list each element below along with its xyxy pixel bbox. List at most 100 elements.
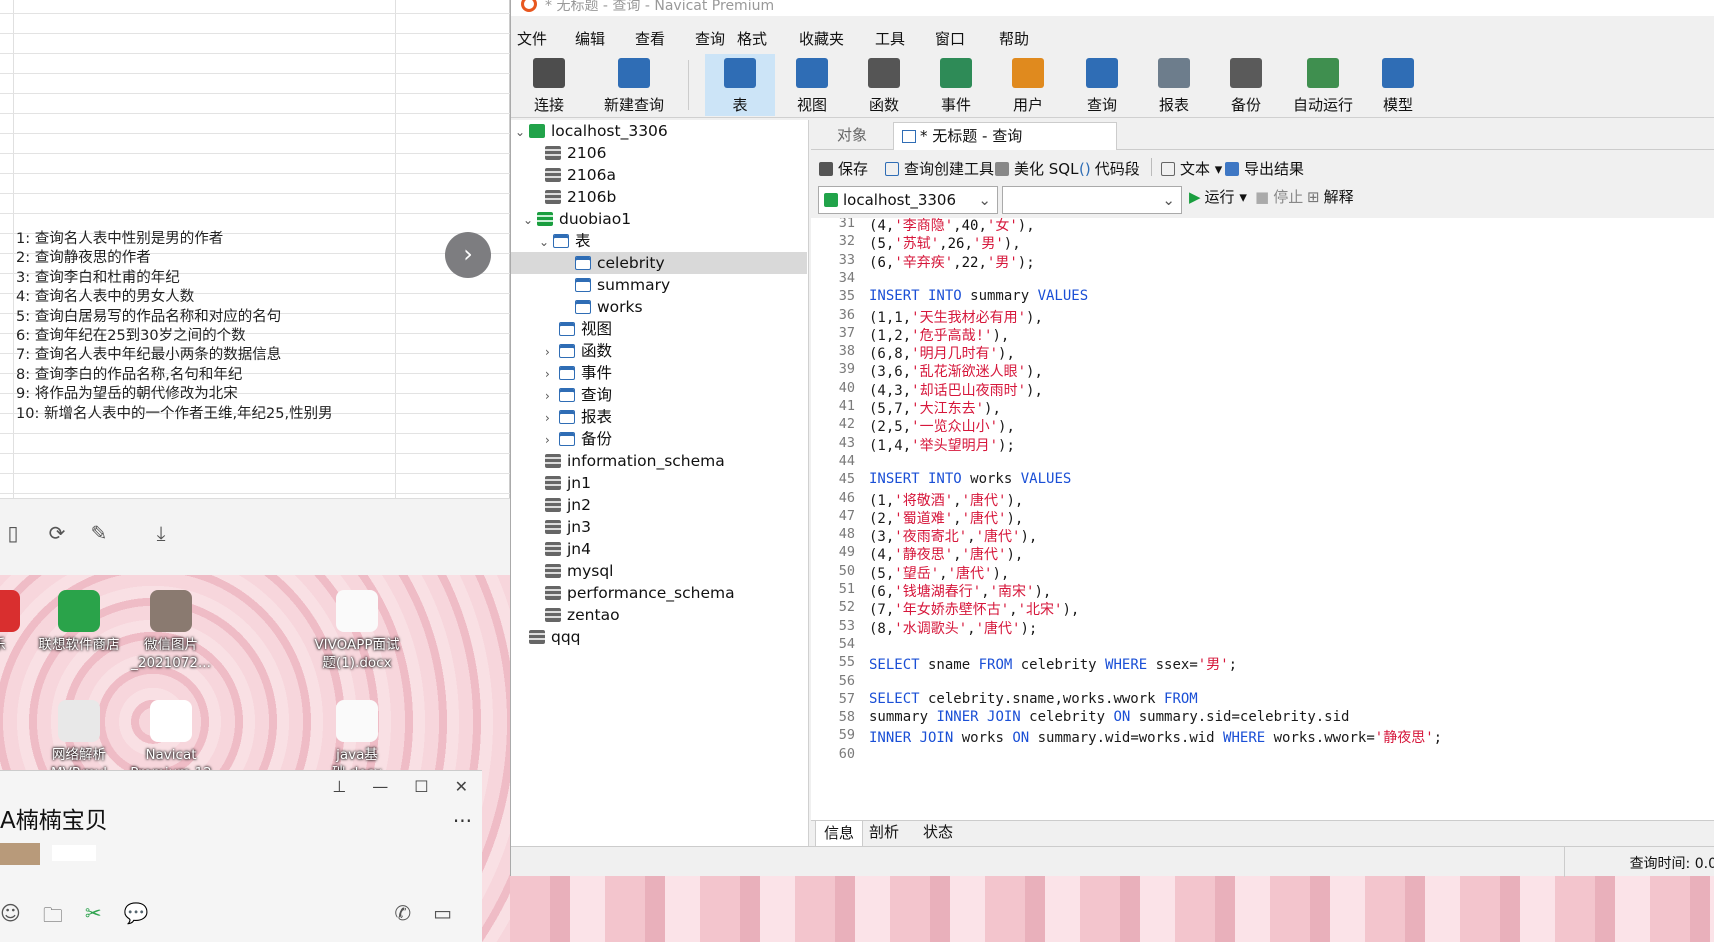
toolbar-view-button[interactable]: 视图 (777, 54, 847, 116)
explain-button[interactable]: ⊞ 解释 (1307, 186, 1354, 207)
query-builder-button[interactable]: 查询创建工具 (885, 158, 994, 179)
sql-editor[interactable]: 31 (4,'李商隐',40,'女'), 32 (5,'苏轼',26,'男'), 33(… (811, 218, 1714, 820)
toolbar-autorun-button[interactable]: 自动运行 (1285, 54, 1361, 116)
run-button[interactable]: ▶ 运行 ▾ (1189, 186, 1247, 207)
chevron-right-icon[interactable]: › (545, 363, 559, 385)
tree-database[interactable]: 2106a (511, 164, 807, 186)
sheet-row (0, 94, 510, 114)
next-arrow-button[interactable]: › (445, 232, 491, 278)
connection-select[interactable]: localhost_3306 ⌄ (818, 186, 998, 214)
connection-select-value: localhost_3306 (843, 191, 957, 209)
more-button[interactable]: ... (453, 803, 472, 827)
code-token: '天生我材必有用' (911, 309, 1027, 326)
stop-button[interactable]: ■ 停止 (1255, 186, 1303, 207)
tree-group[interactable]: › 报表 (511, 406, 807, 428)
beautify-icon (995, 162, 1009, 176)
folder-icon[interactable]: 🗀 (43, 901, 63, 935)
toolbar-query-button[interactable]: 查询 (1067, 54, 1137, 116)
menu-query[interactable]: 查询 (695, 28, 725, 49)
chevron-right-icon[interactable]: › (545, 385, 559, 407)
maximize-icon[interactable]: ☐ (414, 777, 428, 796)
toolbar-model-button[interactable]: 模型 (1363, 54, 1433, 116)
scissors-icon[interactable]: ✂ (85, 901, 102, 935)
beautify-sql-button[interactable]: 美化 SQL (995, 158, 1078, 179)
chat-bubble-icon[interactable]: 💬 (124, 901, 149, 935)
tree-connection[interactable]: ⌄ localhost_3306 (511, 120, 807, 142)
video-icon[interactable]: ▭ (433, 901, 452, 925)
tree-table-summary[interactable]: summary (511, 274, 807, 296)
frame-icon[interactable]: ▯ (0, 521, 26, 547)
tree-group[interactable]: › 事件 (511, 362, 807, 384)
desktop-icon[interactable]: 联想软件商店 (34, 590, 124, 654)
tab-objects[interactable]: 对象 (811, 122, 893, 150)
export-result-button[interactable]: 导出结果 (1225, 158, 1304, 179)
tree-database-open[interactable]: ⌄ duobiao1 (511, 208, 807, 230)
snippet-button[interactable]: () 代码段 (1079, 158, 1140, 179)
tree-database[interactable]: performance_schema (511, 582, 807, 604)
toolbar-plug-button[interactable]: 连接 (517, 54, 581, 116)
chevron-right-icon[interactable]: › (545, 429, 559, 451)
code-line: (5,'望岳','唐代'), (869, 563, 1009, 583)
tab-status[interactable]: 状态 (915, 820, 961, 846)
tab-profile[interactable]: 剖析 (861, 820, 907, 846)
toolbar-new-query-button[interactable]: 新建查询 (589, 54, 679, 116)
tree-database[interactable]: 2106b (511, 186, 807, 208)
tree-database[interactable]: jn1 (511, 472, 807, 494)
tree-database[interactable]: jn4 (511, 538, 807, 560)
menu-file[interactable]: 文件 (517, 28, 547, 49)
code-token: ; (1228, 657, 1238, 674)
menu-format[interactable]: 格式 (737, 28, 767, 49)
menu-tools[interactable]: 工具 (875, 28, 905, 49)
emoji-icon[interactable]: ☺ (0, 901, 21, 935)
tree-group[interactable]: › 备份 (511, 428, 807, 450)
toolbar-table-button[interactable]: 表 (705, 54, 775, 116)
phone-icon[interactable]: ✆ (394, 901, 411, 925)
desktop-icon[interactable]: VIVOAPP面试题(1).docx (312, 590, 402, 672)
tree-group[interactable]: › 函数 (511, 340, 807, 362)
chevron-down-icon[interactable]: ⌄ (539, 231, 553, 253)
menu-view[interactable]: 查看 (635, 28, 665, 49)
chevron-down-icon[interactable]: ⌄ (515, 121, 529, 143)
tree-database[interactable]: jn3 (511, 516, 807, 538)
pencil-icon[interactable]: ✎ (86, 521, 112, 547)
line-number: 39 (838, 361, 855, 378)
tab-info[interactable]: 信息 (815, 820, 864, 846)
tree-group[interactable]: 视图 (511, 318, 807, 340)
text-button[interactable]: 文本 ▾ (1161, 158, 1222, 179)
pin-icon[interactable]: ⊥ (332, 777, 346, 796)
chevron-right-icon[interactable]: › (545, 407, 559, 429)
tree-group[interactable]: › 查询 (511, 384, 807, 406)
tree-tables-group[interactable]: ⌄ 表 (511, 230, 807, 252)
code-token: '静夜思' (1374, 730, 1434, 747)
toolbar-function-button[interactable]: 函数 (849, 54, 919, 116)
chevron-down-icon[interactable]: ⌄ (523, 209, 537, 231)
close-icon[interactable]: ✕ (455, 777, 468, 796)
tree-database[interactable]: information_schema (511, 450, 807, 472)
code-token: (6,8, (869, 346, 912, 363)
tree-database[interactable]: 2106 (511, 142, 807, 164)
tree-database[interactable]: mysql (511, 560, 807, 582)
rotate-icon[interactable]: ⟳ (44, 521, 70, 547)
tree-database[interactable]: zentao (511, 604, 807, 626)
toolbar-backup-button[interactable]: 备份 (1211, 54, 1281, 116)
toolbar-user-button[interactable]: 用户 (993, 54, 1063, 116)
tree-connection-qqq[interactable]: qqq (511, 626, 807, 648)
desktop-icon[interactable]: 微信图片_2021072... (126, 590, 216, 672)
tab-query[interactable]: * 无标题 - 查询 (893, 122, 1117, 150)
minimize-icon[interactable]: — (372, 777, 388, 796)
chevron-right-icon[interactable]: › (545, 341, 559, 363)
menu-window[interactable]: 窗口 (935, 28, 965, 49)
database-select[interactable]: ⌄ (1002, 186, 1182, 214)
menu-favorites[interactable]: 收藏夹 (799, 28, 844, 49)
download-icon[interactable]: ⤓ (148, 521, 174, 547)
tree-table-works[interactable]: works (511, 296, 807, 318)
tree-database[interactable]: jn2 (511, 494, 807, 516)
toolbar-report-button[interactable]: 报表 (1139, 54, 1209, 116)
menu-help[interactable]: 帮助 (999, 28, 1029, 49)
save-button[interactable]: 保存 (819, 158, 868, 179)
code-token: '水调歌头' (894, 620, 968, 637)
tree-database-label: 2106b (567, 188, 617, 206)
menu-edit[interactable]: 编辑 (575, 28, 605, 49)
toolbar-clock-button[interactable]: 事件 (921, 54, 991, 116)
tree-table-celebrity[interactable]: celebrity (511, 252, 807, 274)
